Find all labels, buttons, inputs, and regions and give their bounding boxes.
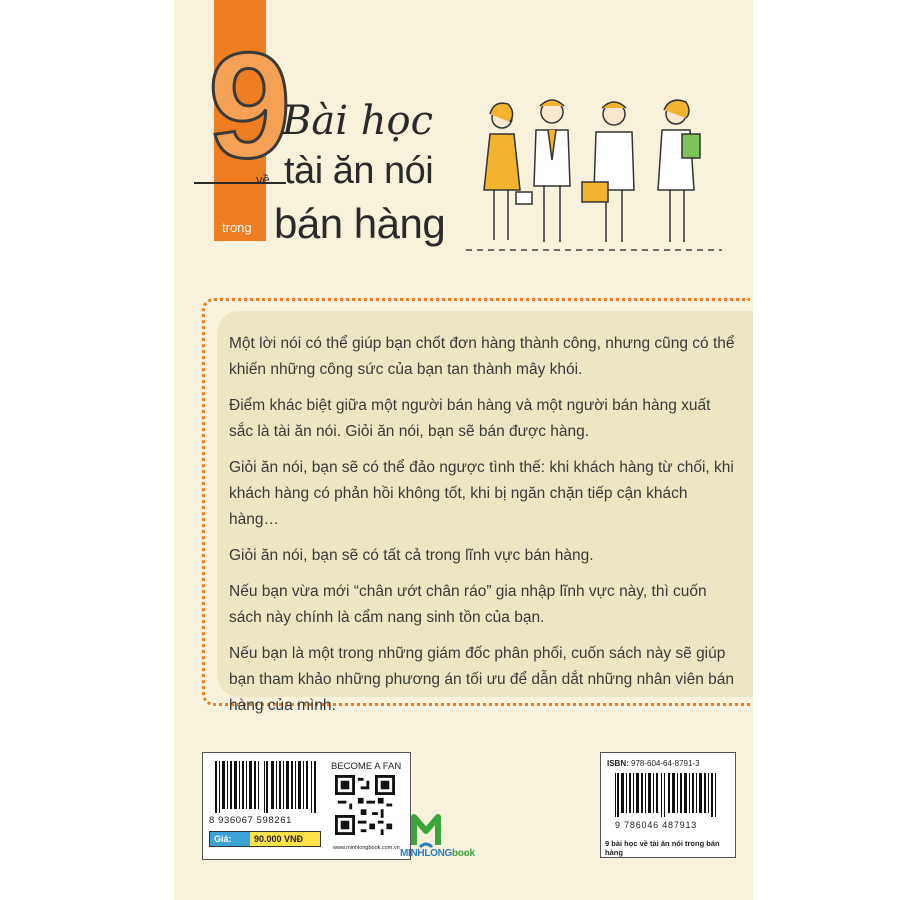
title-line1: tài ăn nói <box>284 150 434 192</box>
title-line2: bán hàng <box>274 200 446 247</box>
price-value: 90.000 VNĐ <box>250 832 320 846</box>
title-rule <box>194 182 286 184</box>
isbn-line: ISBN: 978-604-64-8791-3 <box>607 759 700 768</box>
isbn-barcode-number: 9 786046 487913 <box>615 820 698 830</box>
description-paragraph: Nếu bạn là một trong những giám đốc phân… <box>229 645 734 714</box>
description-paragraph: Một lời nói có thể giúp bạn chốt đơn hàn… <box>229 335 735 378</box>
publisher-name: MINHLONGbook <box>400 848 475 859</box>
title-number: 9 <box>206 21 292 189</box>
business-people-illustration-icon <box>466 99 722 251</box>
price-barcode-box: 8 936067 598261 Giá: 90.000 VNĐ BECOME A… <box>202 752 411 860</box>
description-paragraph: Nếu bạn vừa mới “chân ướt chân ráo” gia … <box>229 583 707 626</box>
description-paragraph: Điểm khác biệt giữa một người bán hàng v… <box>229 397 711 440</box>
description-frame: Một lời nói có thể giúp bạn chốt đơn hàn… <box>202 298 753 714</box>
qr-code-icon[interactable] <box>335 775 395 835</box>
isbn-barcode-icon <box>615 773 716 817</box>
barcode-icon <box>215 761 316 813</box>
description-paragraph: Giỏi ăn nói, bạn sẽ có thể đảo ngược tìn… <box>229 459 734 528</box>
become-a-fan-label: BECOME A FAN <box>331 761 402 772</box>
title-bai-hoc: Bài học <box>282 98 433 144</box>
price-label: Giá: <box>210 832 250 846</box>
barcode-number: 8 936067 598261 <box>209 815 292 826</box>
person-woman-right <box>657 99 701 242</box>
person-man-center-left <box>533 99 571 242</box>
person-man-center-right <box>581 101 635 242</box>
title-trong: trong <box>222 220 252 235</box>
publisher-website[interactable]: www.minhlongbook.com.vn <box>333 845 400 851</box>
description-paragraph: Giỏi ăn nói, bạn sẽ có tất cả trong lĩnh… <box>229 547 594 564</box>
description-panel: Một lời nói có thể giúp bạn chốt đơn hàn… <box>217 311 753 714</box>
isbn-box: ISBN: 978-604-64-8791-3 9 786046 487913 … <box>600 752 736 858</box>
book-back-cover: 9 Bài học về tài ăn nói trong bán hàng M… <box>174 0 753 900</box>
person-woman-left <box>483 102 533 240</box>
price-row: Giá: 90.000 VNĐ <box>209 831 321 847</box>
title-ve: về <box>256 172 270 187</box>
isbn-book-title-caption: 9 bài học về tài ăn nói trong bán hàng <box>605 839 720 857</box>
